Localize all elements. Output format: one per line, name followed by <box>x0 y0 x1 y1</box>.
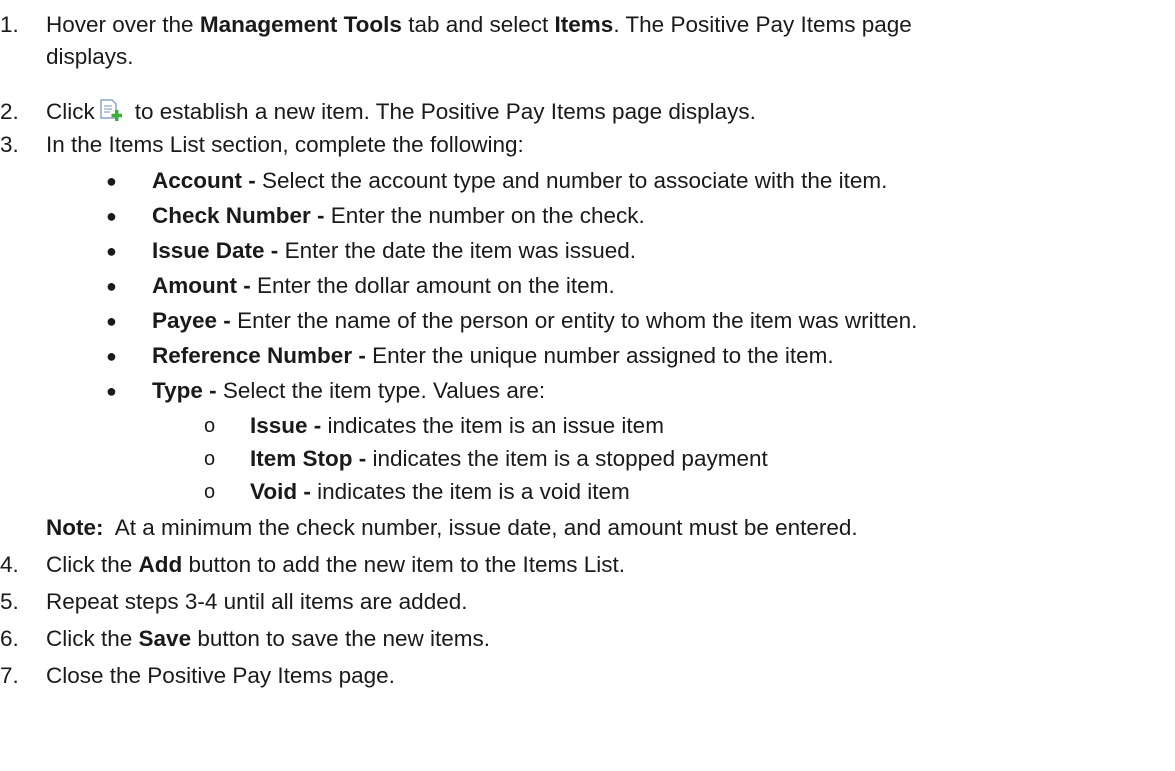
step-text: Hover over the <box>46 12 200 37</box>
step-number: 5. <box>0 589 19 614</box>
note-label: Note: <box>46 515 104 540</box>
value-label: Issue - <box>250 413 322 438</box>
bullet-glyph: ● <box>106 171 117 191</box>
step-number: 6. <box>0 626 19 651</box>
step-text: button to save the new items. <box>191 626 491 651</box>
value-label: Void - <box>250 479 311 504</box>
step-text: Click the <box>46 626 139 651</box>
note-text: At a minimum the check number, issue dat… <box>103 515 858 540</box>
field-description: Enter the unique number assigned to the … <box>365 343 834 368</box>
step-number: 3. <box>0 132 19 157</box>
field-label: Check Number - <box>152 203 325 228</box>
field-label: Issue Date - <box>152 238 279 263</box>
bullet-glyph: ● <box>106 206 117 226</box>
sub-bullet-glyph: o <box>204 448 216 470</box>
instructions-document: 1. Hover over the Management Tools tab a… <box>0 0 1175 771</box>
step-number: 2. <box>0 99 19 124</box>
value-description: indicates the item is a stopped payment <box>366 446 768 471</box>
step-number: 7. <box>0 663 19 688</box>
field-label: Amount - <box>152 273 251 298</box>
step-text: to establish a new item. The Positive Pa… <box>134 99 756 124</box>
value-description: indicates the item is an issue item <box>321 413 664 438</box>
field-description: Enter the number on the check. <box>324 203 645 228</box>
bullet-glyph: ● <box>106 276 117 296</box>
value-label: Item Stop - <box>250 446 367 471</box>
field-description: Enter the date the item was issued. <box>278 238 637 263</box>
step-text: Repeat steps 3-4 until all items are add… <box>46 589 468 614</box>
field-description: Enter the name of the person or entity t… <box>230 308 918 333</box>
step-number: 1. <box>0 12 19 37</box>
bullet-glyph: ● <box>106 311 117 331</box>
field-description: Select the item type. Values are: <box>216 378 546 403</box>
field-description: Enter the dollar amount on the item. <box>250 273 615 298</box>
bold-term: Items <box>554 12 614 37</box>
step-text: Click <box>46 99 95 124</box>
step-text: tab and select <box>401 12 555 37</box>
bullet-glyph: ● <box>106 381 117 401</box>
step-text: . The Positive Pay Items page <box>613 12 912 37</box>
add-item-icon <box>99 99 125 129</box>
bold-term: Save <box>138 626 192 651</box>
bullet-glyph: ● <box>106 346 117 366</box>
step-number: 4. <box>0 552 19 577</box>
step-text: In the Items List section, complete the … <box>46 132 524 157</box>
step-text: displays. <box>46 44 134 69</box>
field-label: Reference Number - <box>152 343 366 368</box>
sub-bullet-glyph: o <box>204 415 216 437</box>
field-label: Type - <box>152 378 217 403</box>
sub-bullet-glyph: o <box>204 481 216 503</box>
value-description: indicates the item is a void item <box>310 479 630 504</box>
bullet-glyph: ● <box>106 241 117 261</box>
field-label: Payee - <box>152 308 231 333</box>
field-label: Account - <box>152 168 256 193</box>
step-text: Click the <box>46 552 139 577</box>
bold-term: Management Tools <box>199 12 402 37</box>
bold-term: Add <box>138 552 183 577</box>
field-description: Select the account type and number to as… <box>255 168 888 193</box>
step-text: button to add the new item to the Items … <box>182 552 626 577</box>
step-text: Close the Positive Pay Items page. <box>46 663 395 688</box>
